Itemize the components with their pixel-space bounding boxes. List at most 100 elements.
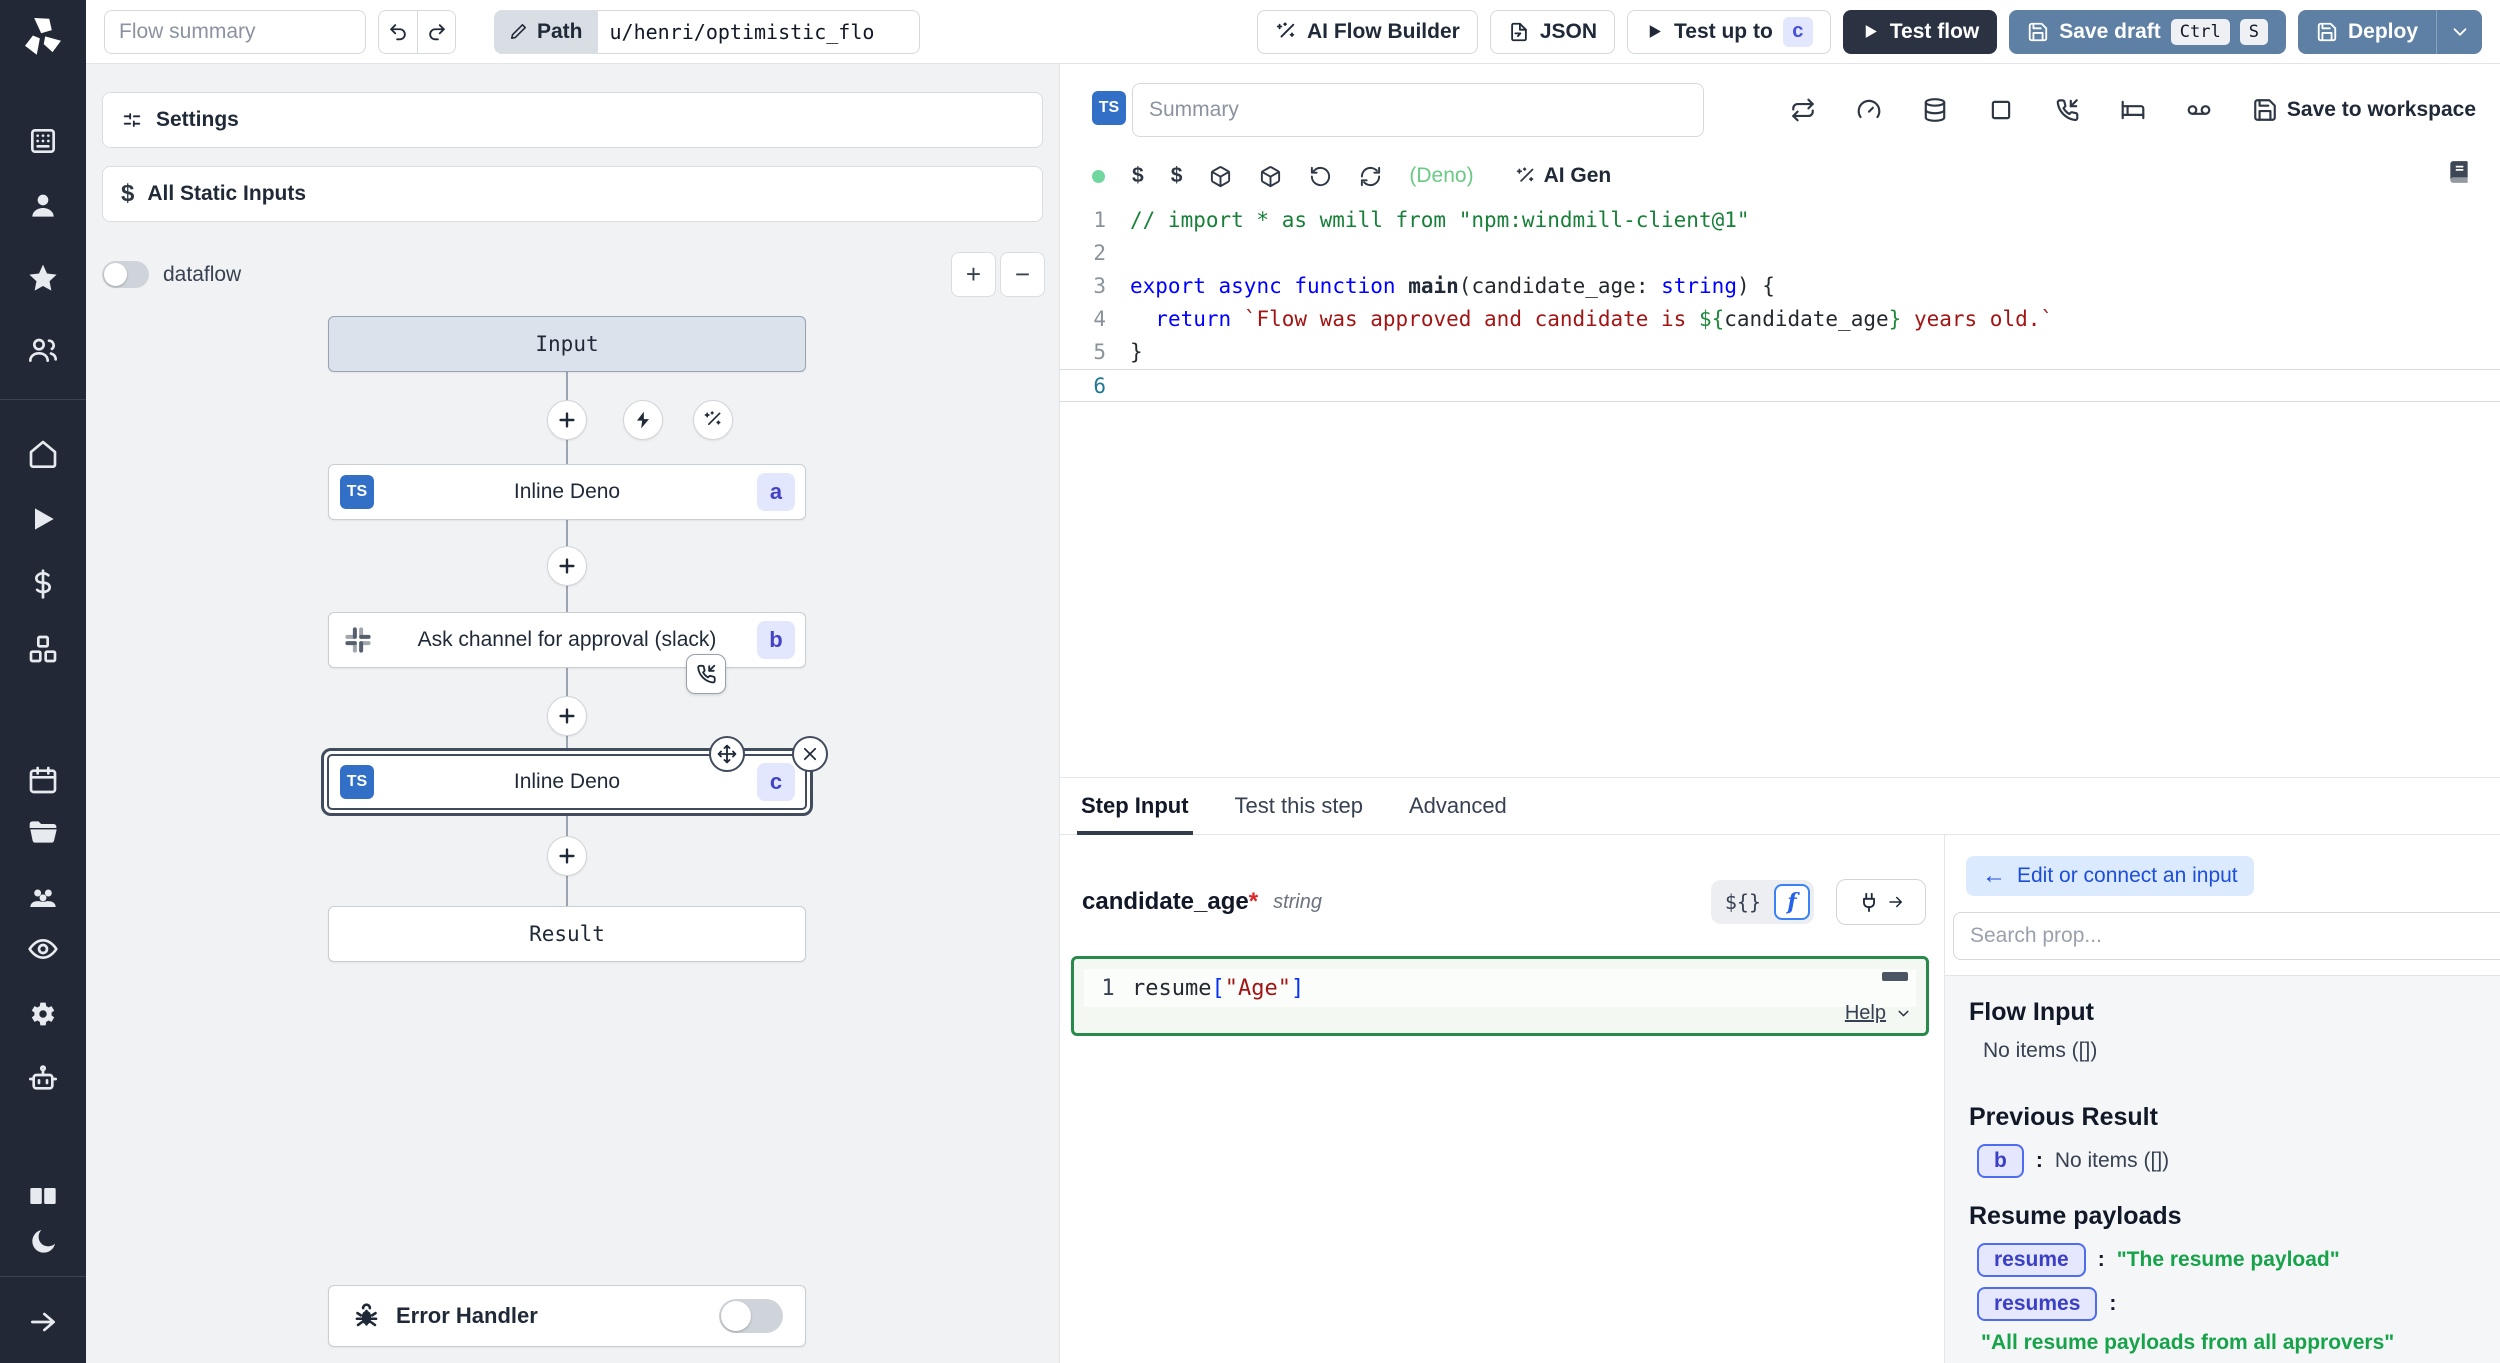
x-icon [801,745,819,763]
undo-button[interactable] [379,11,417,53]
voicemail-icon[interactable] [2186,97,2212,123]
expression-code[interactable]: resume["Age"] [1132,976,1304,1001]
code-line[interactable]: 1// import * as wmill from "npm:windmill… [1060,204,2500,237]
flow-node-a[interactable]: TS Inline Deno a [328,464,806,520]
chevron-down-icon[interactable] [2449,21,2471,43]
ai-insert-step-button[interactable] [693,400,733,440]
windmill-logo-icon[interactable] [0,8,86,64]
ai-flow-builder-button[interactable]: AI Flow Builder [1257,10,1478,54]
sidebar-item-audit-logs[interactable] [0,929,86,969]
search-prop-input[interactable] [1953,912,2500,960]
sidebar-item-schedules[interactable] [0,760,86,800]
code-line[interactable]: 2 [1060,237,2500,270]
refresh-cw-icon[interactable] [1359,165,1382,188]
flow-summary-input[interactable] [104,10,366,54]
sidebar-item-groups[interactable] [0,877,86,917]
expand-sidebar-icon[interactable] [0,1302,86,1342]
sidebar-item-user[interactable] [0,186,86,226]
sidebar-item-workers[interactable] [0,1059,86,1099]
resources-icon[interactable]: $ [1171,164,1183,188]
flow-node-result[interactable]: Result [328,906,806,962]
tab-test-this-step[interactable]: Test this step [1235,778,1363,834]
path-input[interactable] [598,10,920,54]
test-up-to-button[interactable]: Test up to c [1627,10,1831,54]
square-icon[interactable] [1988,97,2014,123]
sidebar-item-resources[interactable] [0,629,86,669]
error-handler-toggle[interactable] [719,1299,783,1333]
dark-mode-toggle-icon[interactable] [0,1222,86,1262]
code-line[interactable]: 4 return `Flow was approved and candidat… [1060,303,2500,336]
expression-editor[interactable]: 1 resume["Age"] Help [1071,956,1929,1036]
prop-key-badge[interactable]: resumes [1977,1287,2097,1321]
sidebar-item-settings[interactable] [0,994,86,1034]
insert-step-button[interactable] [547,836,587,876]
sidebar-item-members[interactable] [0,330,86,370]
prop-colon: : [2036,1149,2043,1173]
tab-step-input[interactable]: Step Input [1081,778,1189,834]
library-icon[interactable] [2446,159,2472,190]
all-static-inputs-button[interactable]: $ All Static Inputs [102,166,1043,222]
trigger-step-button[interactable] [623,400,663,440]
function-mode-button[interactable]: f [1774,884,1810,920]
connect-input-button[interactable] [1836,879,1926,925]
prop-section-title: Previous Result [1969,1103,2500,1132]
insert-step-button[interactable] [547,546,587,586]
flow-node-input[interactable]: Input [328,316,806,372]
database-icon[interactable] [1922,97,1948,123]
prop-colon: : [2109,1292,2116,1316]
redo-button[interactable] [417,11,455,53]
move-node-button[interactable] [709,736,745,772]
sidebar-item-runs[interactable] [0,499,86,539]
dataflow-toggle[interactable] [102,261,149,288]
flow-node-b[interactable]: Ask channel for approval (slack) b [328,612,806,668]
code-editor[interactable]: 1// import * as wmill from "npm:windmill… [1060,204,2500,777]
variables-icon[interactable]: $ [1132,164,1144,188]
ai-gen-button[interactable]: AI Gen [1515,164,1612,188]
zoom-out-button[interactable]: − [1000,252,1045,297]
play-icon [1861,22,1880,41]
flow-settings-button[interactable]: Settings [102,92,1043,148]
field-name: candidate_age [1082,888,1249,916]
file-json-icon [1508,21,1530,43]
sidebar-item-workspace[interactable] [0,121,86,161]
sidebar-item-variables[interactable] [0,564,86,604]
pencil-icon [509,22,528,41]
bed-icon[interactable] [2120,97,2146,123]
delete-node-button[interactable] [792,736,828,772]
rotate-ccw-icon[interactable] [1309,165,1332,188]
sidebar-item-home[interactable] [0,434,86,474]
package-icon[interactable] [1259,165,1282,188]
path-button[interactable]: Path [494,10,598,54]
runtime-label[interactable]: (Deno) [1409,164,1473,188]
gauge-icon[interactable] [1856,97,1882,123]
repeat-icon[interactable] [1790,97,1816,123]
insert-step-button[interactable] [547,696,587,736]
template-mode-button[interactable]: ${} [1715,886,1771,918]
sidebar-item-favorites[interactable] [0,258,86,298]
zoom-in-button[interactable]: + [951,252,996,297]
package-icon[interactable] [1209,165,1232,188]
help-link[interactable]: Help [1845,1002,1912,1025]
tab-advanced[interactable]: Advanced [1409,778,1507,834]
step-summary-input[interactable] [1132,83,1704,137]
phone-incoming-icon[interactable] [2054,97,2080,123]
insert-step-button[interactable] [547,400,587,440]
json-button[interactable]: JSON [1490,10,1615,54]
save-icon [2316,21,2338,43]
deploy-button[interactable]: Deploy [2298,10,2482,54]
sidebar-item-docs[interactable] [0,1176,86,1216]
code-line[interactable]: 5} [1060,336,2500,369]
sidebar-item-folders[interactable] [0,812,86,852]
save-draft-button[interactable]: Save draft Ctrl S [2009,10,2286,54]
kbd-s: S [2240,19,2268,45]
code-line[interactable]: 6 [1060,369,2500,402]
scrollbar-thumb[interactable] [1882,972,1908,981]
edit-or-connect-button[interactable]: ← Edit or connect an input [1966,856,2254,896]
prop-key-badge[interactable]: b [1977,1144,2024,1178]
code-line[interactable]: 3export async function main(candidate_ag… [1060,270,2500,303]
path-group: Path [494,10,920,54]
error-handler-node[interactable]: Error Handler [328,1285,806,1347]
test-flow-button[interactable]: Test flow [1843,10,1997,54]
prop-key-badge[interactable]: resume [1977,1243,2086,1277]
save-to-workspace-button[interactable]: Save to workspace [2252,97,2476,123]
